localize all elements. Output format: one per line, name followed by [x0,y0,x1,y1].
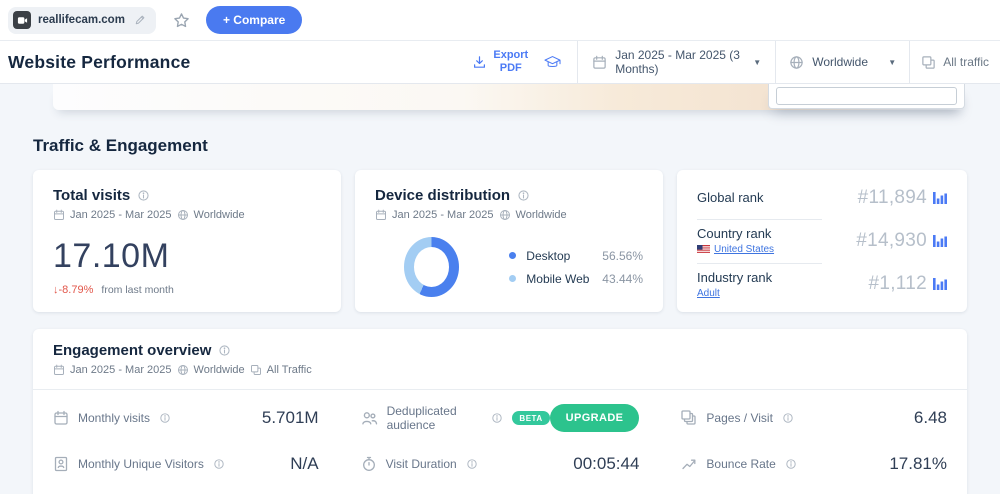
chevron-down-icon: ▼ [753,58,761,67]
device-distribution-card: Device distribution Jan 2025 - Mar 2025 … [355,170,663,312]
us-flag-icon [697,245,710,254]
edit-icon[interactable] [134,14,146,26]
traffic-filter-label: All traffic [943,55,989,69]
device-legend: Desktop 56.56% Mobile Web 43.44% [509,249,643,286]
favorite-star-icon[interactable] [173,12,190,29]
global-rank-row: Global rank #11,894 [697,176,947,219]
legend-item-desktop: Desktop 56.56% [509,249,643,263]
globe-icon [177,364,189,376]
traffic-windows-icon [250,364,262,376]
rank-card: Global rank #11,894 Country rank United … [677,170,967,312]
change-indicator: ↓-8.79% [53,284,93,296]
site-favicon [13,11,31,29]
date-range-label: Jan 2025 - Mar 2025 (3 Months) [615,48,745,76]
card-date-range: Jan 2025 - Mar 2025 [70,364,172,376]
upgrade-button[interactable]: UPGRADE [550,404,640,432]
page-title: Website Performance [8,52,190,73]
geography-dropdown-panel [768,84,965,109]
calendar-icon [592,55,607,70]
bounce-rate-value: 17.81% [889,454,947,474]
top-bar: reallifecam.com + Compare [0,0,1000,41]
info-icon[interactable] [785,458,797,470]
engagement-overview-card: Engagement overview Jan 2025 - Mar 2025 … [33,329,967,494]
date-range-picker[interactable]: Jan 2025 - Mar 2025 (3 Months) ▼ [578,41,775,83]
card-geography: Worldwide [516,209,567,221]
total-visits-value: 17.10M [53,237,321,276]
monthly-unique-visitors-value: N/A [290,454,318,474]
rank-bars-icon [933,191,947,205]
globe-icon [177,209,189,221]
header-toolbar: ExportPDF Jan 2025 - Mar 2025 (3 Months)… [472,41,1000,83]
engagement-title: Engagement overview [53,342,211,359]
info-icon[interactable] [213,458,225,470]
info-icon[interactable] [491,412,503,424]
card-geography: Worldwide [194,209,245,221]
country-rank-row: Country rank United States #14,930 [697,219,947,262]
download-icon [472,55,487,70]
site-tab[interactable]: reallifecam.com [8,7,156,34]
people-icon [361,410,378,427]
info-icon[interactable] [137,189,150,202]
global-rank-value: #11,894 [858,187,927,209]
beta-badge: BETA [512,411,549,425]
device-distribution-title: Device distribution [375,187,510,204]
monthly-visits-value: 5.701M [262,408,319,428]
traffic-filter-picker[interactable]: All traffic [910,41,1000,83]
device-donut-chart [404,237,459,297]
rank-bars-icon [933,234,947,248]
kpi-cards-row: Total visits Jan 2025 - Mar 2025 Worldwi… [33,170,967,312]
industry-link[interactable]: Adult [697,288,720,299]
metric-visit-duration: Visit Duration 00:05:44 [361,441,640,487]
info-icon[interactable] [159,412,171,424]
geography-search-input[interactable] [776,87,957,105]
info-icon[interactable] [218,344,231,357]
learning-cap-icon[interactable] [543,53,562,72]
legend-item-mobile-web: Mobile Web 43.44% [509,272,643,286]
calendar-icon [53,364,65,376]
bounce-arrow-icon [681,456,697,472]
metric-monthly-unique-visitors: Monthly Unique Visitors N/A [53,441,319,487]
site-domain: reallifecam.com [38,14,125,26]
info-icon[interactable] [466,458,478,470]
metric-monthly-visits: Monthly visits 5.701M [53,395,319,441]
geography-label: Worldwide [812,55,880,69]
industry-rank-value: #1,112 [868,273,927,295]
info-icon[interactable] [517,189,530,202]
country-link[interactable]: United States [714,244,774,255]
main-content: Traffic & Engagement Total visits Jan 20… [0,84,1000,494]
calendar-icon [53,410,69,426]
metric-bounce-rate: Bounce Rate 17.81% [681,441,947,487]
globe-icon [499,209,511,221]
stopwatch-icon [361,456,377,472]
info-icon[interactable] [782,412,794,424]
export-pdf-button[interactable]: ExportPDF [472,49,528,74]
card-date-range: Jan 2025 - Mar 2025 [70,209,172,221]
metric-deduplicated-audience: Deduplicated audience BETA UPGRADE [361,395,640,441]
metric-pages-per-visit: Pages / Visit 6.48 [681,395,947,441]
card-geography: Worldwide [194,364,245,376]
geography-picker[interactable]: Worldwide ▼ [776,41,909,83]
total-visits-card: Total visits Jan 2025 - Mar 2025 Worldwi… [33,170,341,312]
country-rank-value: #14,930 [856,230,927,252]
total-visits-title: Total visits [53,187,130,204]
page-header: Website Performance ExportPDF Jan 2025 -… [0,41,1000,84]
pages-icon [681,410,697,426]
rank-bars-icon [933,277,947,291]
traffic-windows-icon [921,55,936,70]
industry-rank-row: Industry rank Adult #1,112 [697,263,947,306]
calendar-icon [375,209,387,221]
globe-icon [789,55,804,70]
mobile-dot-icon [509,275,516,282]
engagement-metrics-grid: Monthly visits 5.701M Deduplicated audie… [33,390,967,487]
calendar-icon [53,209,65,221]
card-date-range: Jan 2025 - Mar 2025 [392,209,494,221]
visit-duration-value: 00:05:44 [573,454,639,474]
desktop-dot-icon [509,252,516,259]
compare-button[interactable]: + Compare [206,6,302,34]
change-suffix: from last month [101,284,173,296]
person-card-icon [53,456,69,472]
pages-per-visit-value: 6.48 [914,408,947,428]
chevron-down-icon: ▼ [888,58,896,67]
card-traffic: All Traffic [267,364,312,376]
